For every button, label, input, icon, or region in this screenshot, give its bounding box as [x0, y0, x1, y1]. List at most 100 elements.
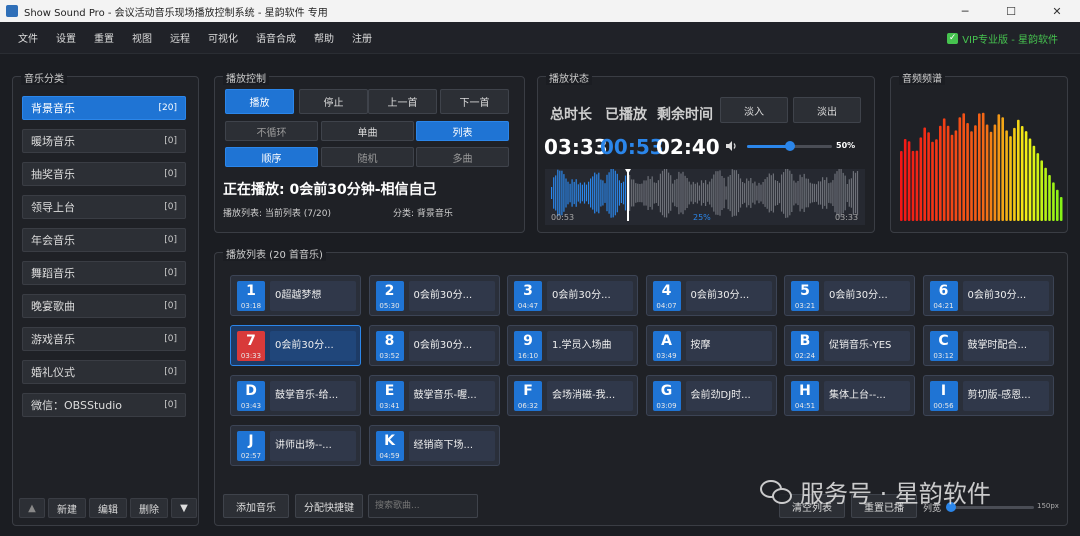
- assign-hotkey-button[interactable]: 分配快捷键: [295, 494, 363, 518]
- add-music-button[interactable]: 添加音乐: [223, 494, 289, 518]
- no-loop-button[interactable]: 不循环: [225, 121, 318, 141]
- prev-button[interactable]: 上一首: [368, 89, 437, 114]
- category-item[interactable]: 抽奖音乐 [0]: [22, 162, 186, 186]
- track-number-badge: 6 04:21: [929, 281, 958, 311]
- track-card[interactable]: K 04:59 经销商下场...: [368, 425, 500, 466]
- track-card[interactable]: 3 04:47 0会前30分...: [507, 275, 638, 316]
- menu-settings[interactable]: 设置: [56, 30, 76, 45]
- track-card[interactable]: 7 03:33 0会前30分...: [230, 325, 361, 366]
- played-label: 已播放: [605, 107, 647, 123]
- list-loop-button[interactable]: 列表: [416, 121, 509, 141]
- track-card[interactable]: B 02:24 促销音乐-YES: [784, 325, 915, 366]
- track-duration: 16:10: [517, 352, 539, 360]
- playback-control-panel: 播放控制 播放 停止 上一首 下一首 不循环 单曲 列表 顺序 随机 多曲 正在…: [214, 70, 525, 233]
- track-card[interactable]: H 04:51 集体上台-‐...: [784, 375, 915, 416]
- window-title: Show Sound Pro - 会议活动音乐现场播放控制系统 - 星韵软件 专…: [24, 7, 328, 19]
- waveform-bar: [559, 170, 561, 216]
- track-id: 2: [384, 283, 395, 299]
- track-card[interactable]: C 03:12 鼓掌时配合...: [922, 325, 1054, 366]
- track-card[interactable]: 4 04:07 0会前30分...: [645, 275, 777, 316]
- category-panel-title: 音乐分类: [21, 70, 67, 85]
- track-card[interactable]: 8 03:52 0会前30分...: [368, 325, 500, 366]
- stop-button[interactable]: 停止: [299, 89, 368, 114]
- menu-help[interactable]: 帮助: [314, 30, 334, 45]
- track-card[interactable]: 1 03:18 0超越梦想: [230, 275, 361, 316]
- category-item[interactable]: 游戏音乐 [0]: [22, 327, 186, 351]
- waveform-bar: [731, 169, 733, 217]
- category-item[interactable]: 舞蹈音乐 [0]: [22, 261, 186, 285]
- edit-category-button[interactable]: 编辑: [89, 498, 127, 518]
- waveform-bar: [698, 185, 700, 201]
- waveform-bar: [694, 183, 696, 203]
- waveform-bar: [633, 179, 635, 207]
- track-card[interactable]: G 03:09 会前劲DJ时...: [645, 375, 777, 416]
- category-item[interactable]: 暖场音乐 [0]: [22, 129, 186, 153]
- track-number-badge: D 03:43: [237, 381, 265, 411]
- progress-label: 25%: [693, 213, 711, 222]
- speaker-icon[interactable]: [725, 140, 737, 152]
- category-item[interactable]: 背景音乐 [20]: [22, 96, 186, 120]
- category-item[interactable]: 年会音乐 [0]: [22, 228, 186, 252]
- close-icon[interactable]: ✕: [1034, 0, 1080, 22]
- category-item[interactable]: 领导上台 [0]: [22, 195, 186, 219]
- track-id: 5: [800, 283, 810, 299]
- move-up-button[interactable]: ▲: [19, 498, 45, 518]
- spectrum-visualizer: [900, 112, 1063, 221]
- category-label: 抽奖音乐: [31, 168, 75, 181]
- track-card[interactable]: I 00:56 剪切版-感恩...: [922, 375, 1054, 416]
- track-duration: 03:49: [656, 352, 677, 360]
- menu-visualize[interactable]: 可视化: [208, 30, 238, 45]
- menu-view[interactable]: 视图: [132, 30, 152, 45]
- minimize-icon[interactable]: ─: [942, 0, 988, 22]
- category-count: [0]: [164, 367, 177, 377]
- track-card[interactable]: 2 05:30 0会前30分...: [368, 275, 500, 316]
- move-down-button[interactable]: ▼: [171, 498, 197, 518]
- waveform-bar: [551, 187, 553, 199]
- spectrum-bar: [985, 124, 989, 221]
- single-loop-button[interactable]: 单曲: [321, 121, 414, 141]
- category-item[interactable]: 微信：OBSStudio [0]: [22, 393, 186, 417]
- menu-reset[interactable]: 重置: [94, 30, 114, 45]
- volume-slider[interactable]: [747, 141, 832, 151]
- play-button[interactable]: 播放: [225, 89, 294, 114]
- new-category-button[interactable]: 新建: [48, 498, 86, 518]
- maximize-icon[interactable]: ☐: [988, 0, 1034, 22]
- track-card[interactable]: E 03:41 鼓掌音乐-喔...: [368, 375, 500, 416]
- next-button[interactable]: 下一首: [440, 89, 509, 114]
- waveform-bar: [805, 178, 807, 208]
- category-item[interactable]: 婚礼仪式 [0]: [22, 360, 186, 384]
- menu-register[interactable]: 注册: [352, 30, 372, 45]
- spectrum-bar: [989, 131, 993, 221]
- random-button[interactable]: 随机: [321, 147, 414, 167]
- volume-knob[interactable]: [784, 141, 795, 151]
- waveform-progress[interactable]: 00:53 25% 03:33: [545, 168, 865, 225]
- waveform-bar: [856, 171, 859, 215]
- delete-category-button[interactable]: 删除: [130, 498, 168, 518]
- track-card[interactable]: 9 16:10 1.学员入场曲: [507, 325, 638, 366]
- menu-tts[interactable]: 语音合成: [256, 30, 296, 45]
- track-name: 0会前30分...: [408, 281, 495, 311]
- track-card[interactable]: J 02:57 讲师出场-‐...: [230, 425, 361, 466]
- menu-remote[interactable]: 远程: [170, 30, 190, 45]
- search-input[interactable]: [368, 494, 478, 518]
- sequential-button[interactable]: 顺序: [225, 147, 318, 167]
- spectrum-bar: [1024, 131, 1028, 221]
- track-card[interactable]: D 03:43 鼓掌音乐-给...: [230, 375, 361, 416]
- track-card[interactable]: F 06:32 会场消磁-我...: [507, 375, 638, 416]
- menu-file[interactable]: 文件: [18, 30, 38, 45]
- spectrum-bar: [1005, 130, 1008, 221]
- track-card[interactable]: 6 04:21 0会前30分...: [922, 275, 1054, 316]
- waveform-bar: [666, 168, 668, 218]
- track-name: 0会前30分...: [408, 331, 495, 361]
- fade-out-button[interactable]: 淡出: [793, 97, 861, 123]
- track-card[interactable]: 5 03:21 0会前30分...: [784, 275, 915, 316]
- category-item[interactable]: 晚宴歌曲 [0]: [22, 294, 186, 318]
- waveform-bar: [657, 180, 659, 206]
- waveform-bar: [727, 176, 729, 210]
- track-card[interactable]: A 03:49 按摩: [645, 325, 777, 366]
- waveform-bar: [594, 172, 596, 214]
- multi-button[interactable]: 多曲: [416, 147, 509, 167]
- waveform-bar: [639, 184, 641, 203]
- waveform-bar: [618, 180, 620, 206]
- fade-in-button[interactable]: 淡入: [720, 97, 788, 123]
